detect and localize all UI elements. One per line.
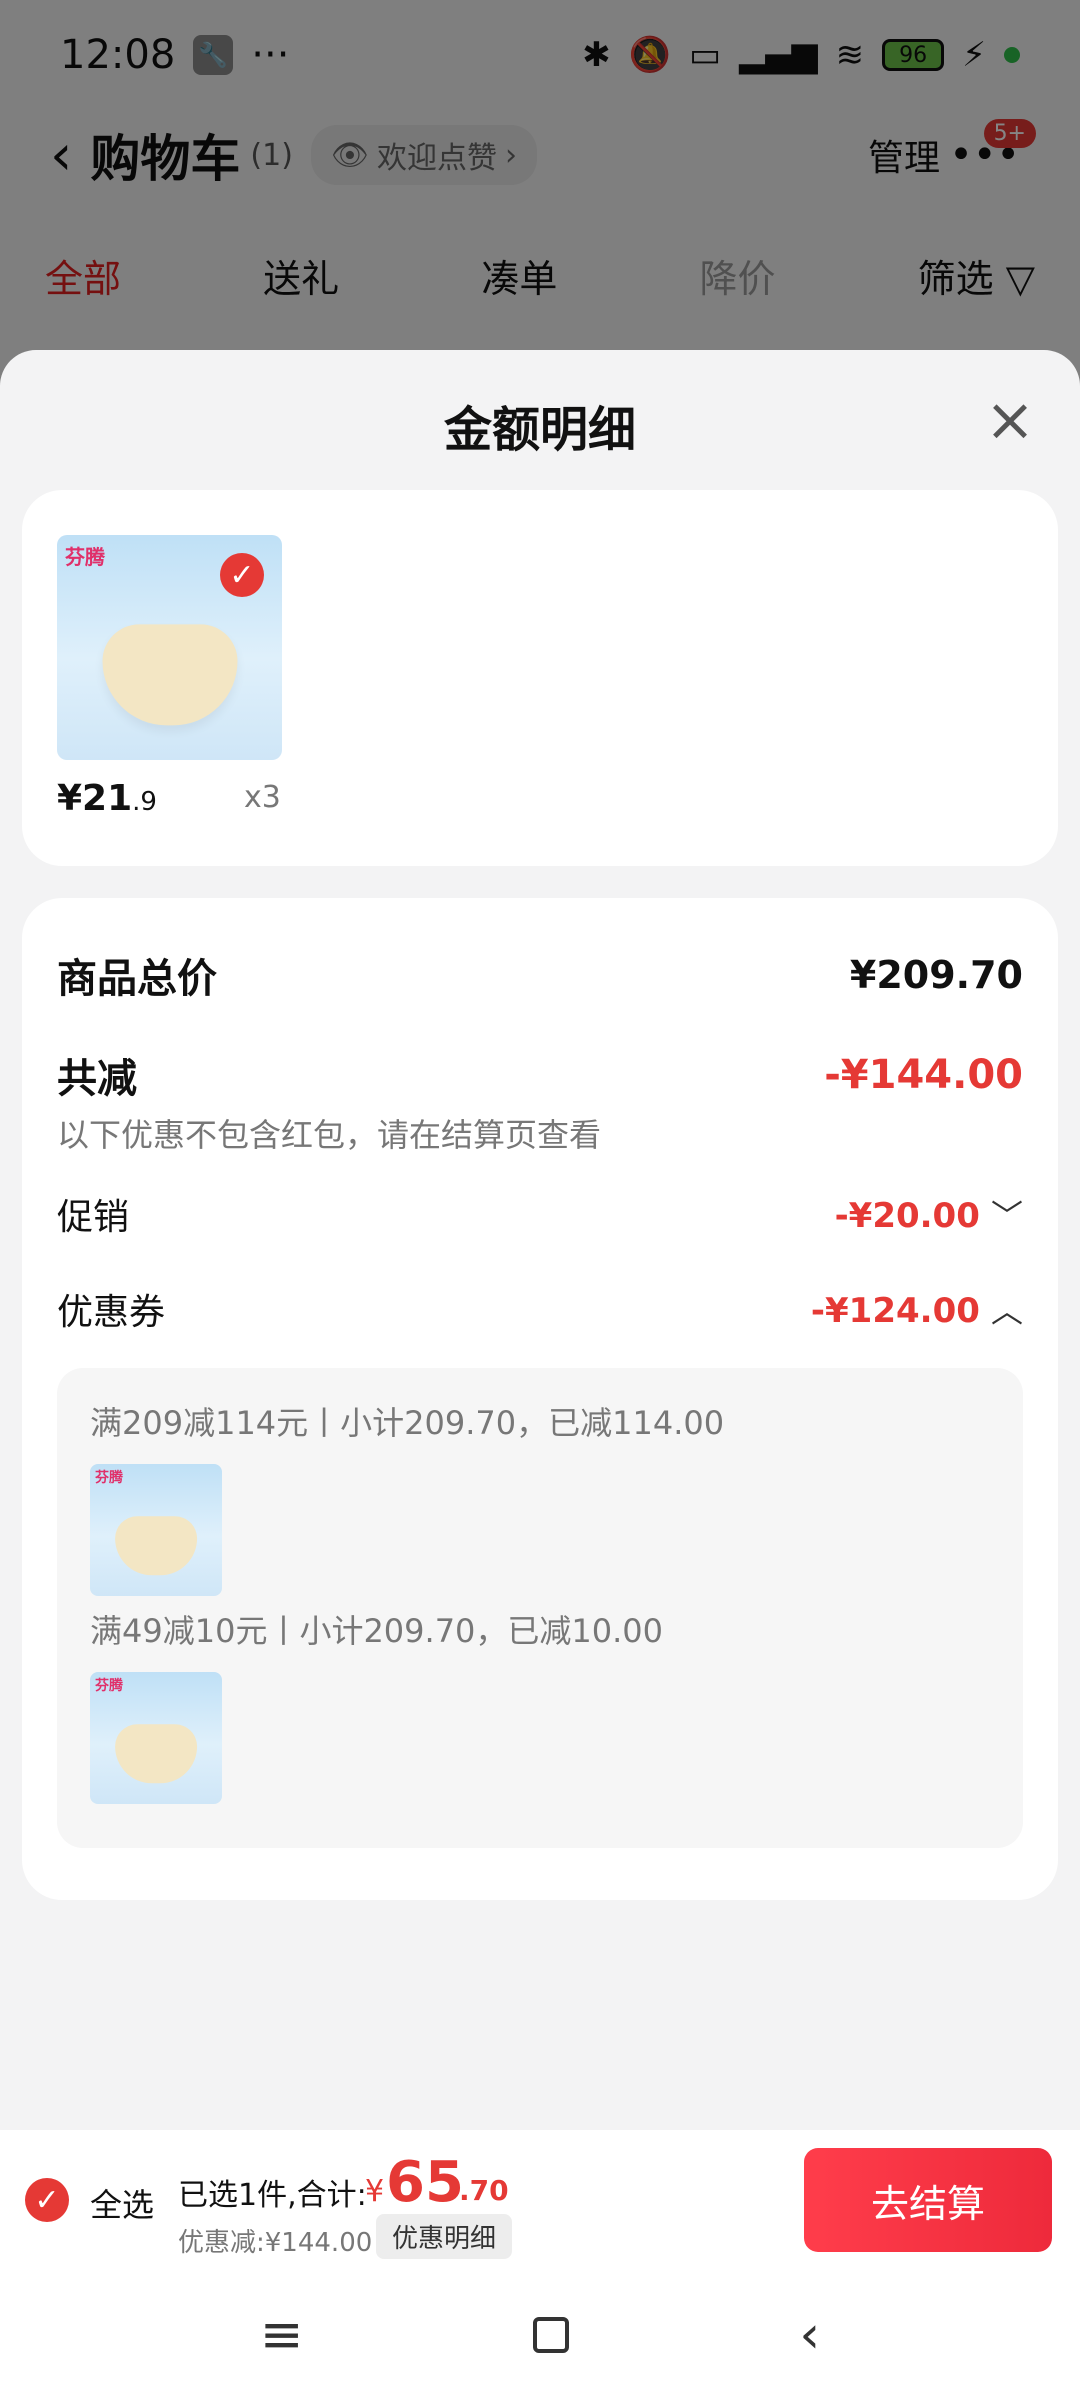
reduce-row: 共减 -¥144.00 xyxy=(57,1046,1023,1104)
coupon-row[interactable]: 优惠券 -¥124.00 ︿ xyxy=(57,1283,1023,1335)
back-nav-icon[interactable]: ‹ xyxy=(799,2305,820,2365)
coupon-line: 满209减114元丨小计209.70，已减114.00 xyxy=(90,1404,725,1442)
discount-text: 优惠减:¥144.00 xyxy=(178,2228,373,2258)
reduce-label: 共减 xyxy=(57,1056,137,1102)
coupon-label: 优惠券 xyxy=(57,1292,166,1333)
total-int: 65 xyxy=(386,2150,464,2215)
promo-value: -¥20.00 xyxy=(834,1196,980,1236)
menu-icon[interactable]: ≡ xyxy=(260,2305,304,2365)
discount-note: 以下优惠不包含红包，请在结算页查看 xyxy=(57,1116,602,1154)
home-icon[interactable] xyxy=(533,2317,570,2353)
chevron-up-icon: ︿ xyxy=(990,1292,1023,1330)
total-label: 商品总价 xyxy=(57,956,217,1002)
product-quantity: x3 xyxy=(244,780,281,815)
total-currency: ¥ xyxy=(365,2174,385,2209)
checkout-button[interactable]: 去结算 xyxy=(804,2148,1052,2252)
brand-logo: 芬腾 xyxy=(65,545,105,569)
brand-logo: 芬腾 xyxy=(95,1678,123,1694)
coupon-product-image: 芬腾 xyxy=(90,1672,222,1804)
price-dec: .9 xyxy=(132,787,157,817)
product-price: ¥21.9 xyxy=(57,778,157,819)
coupon-value: -¥124.00 xyxy=(810,1291,980,1331)
brand-logo: 芬腾 xyxy=(95,1470,123,1486)
price-int: ¥21 xyxy=(57,778,133,819)
price-summary-card: 商品总价 ¥209.70 共减 -¥144.00 以下优惠不包含红包，请在结算页… xyxy=(22,898,1058,1900)
product-image[interactable]: 芬腾 ✓ xyxy=(57,535,282,760)
product-shape xyxy=(115,1516,197,1576)
product-shape xyxy=(115,1724,197,1784)
select-all-check-icon[interactable]: ✓ xyxy=(25,2178,69,2222)
select-all-label[interactable]: 全选 xyxy=(90,2180,154,2226)
total-value: ¥209.70 xyxy=(849,953,1023,997)
discount-detail-button[interactable]: 优惠明细 xyxy=(376,2214,513,2259)
chevron-down-icon: ﹀ xyxy=(990,1197,1023,1235)
promo-label: 促销 xyxy=(57,1197,130,1238)
coupon-detail-box: 满209减114元丨小计209.70，已减114.00 芬腾 满49减10元丨小… xyxy=(57,1368,1023,1848)
product-card: 芬腾 ✓ ¥21.9 x3 xyxy=(22,490,1058,866)
amount-detail-sheet: 金额明细 × 芬腾 ✓ ¥21.9 x3 商品总价 ¥209.70 共减 -¥1… xyxy=(0,350,1080,2130)
coupon-product-image: 芬腾 xyxy=(90,1464,222,1596)
system-nav-bar: ≡ ‹ xyxy=(0,2270,1080,2400)
total-row: 商品总价 ¥209.70 xyxy=(57,946,1023,1004)
coupon-line: 满49减10元丨小计209.70，已减10.00 xyxy=(90,1612,664,1650)
check-icon[interactable]: ✓ xyxy=(220,553,264,597)
promo-row[interactable]: 促销 -¥20.00 ﹀ xyxy=(57,1188,1023,1240)
total-dec: .70 xyxy=(459,2174,509,2207)
close-icon[interactable]: × xyxy=(980,390,1040,450)
product-shape xyxy=(102,623,237,726)
reduce-value: -¥144.00 xyxy=(824,1052,1023,1098)
checkout-bar: ✓ 全选 已选1件,合计: ¥ 65 .70 优惠减:¥144.00 优惠明细 … xyxy=(0,2130,1080,2270)
selected-summary: 已选1件,合计: xyxy=(178,2178,367,2213)
sheet-title: 金额明细 xyxy=(443,402,636,458)
